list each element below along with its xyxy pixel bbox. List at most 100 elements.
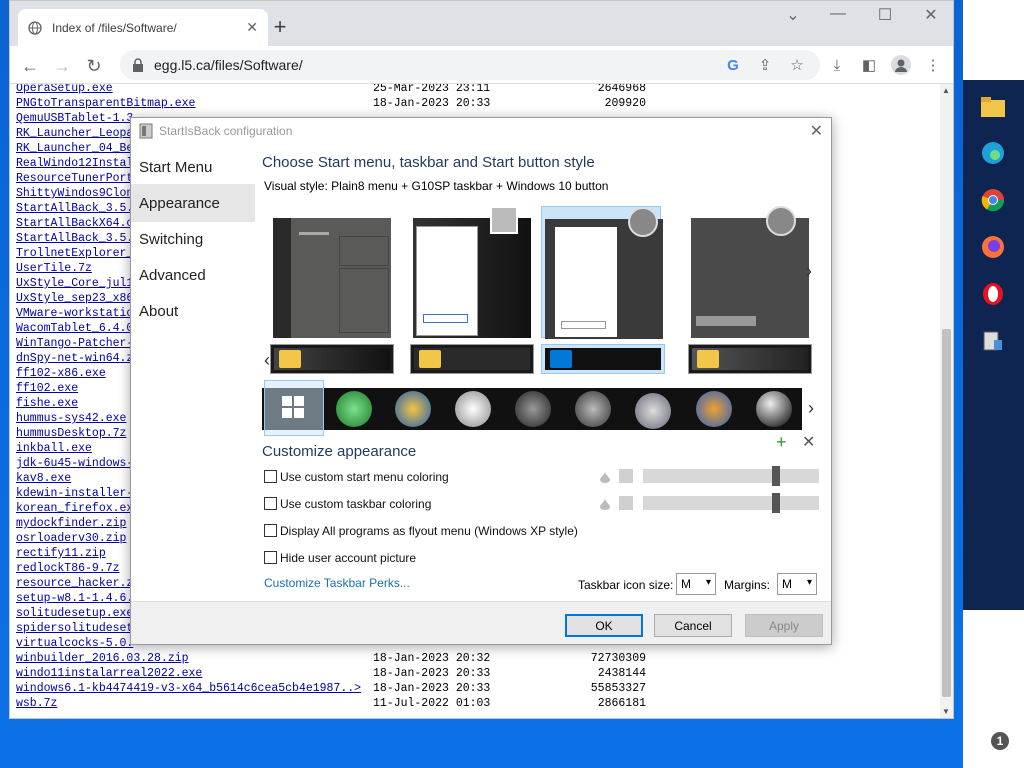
clover-button-icon[interactable] xyxy=(336,391,372,427)
share-icon[interactable]: ⇪ xyxy=(754,54,776,76)
next-styles-arrow-icon[interactable]: › xyxy=(806,261,812,282)
file-link[interactable]: kav8.exe xyxy=(16,472,71,485)
slider-thumb[interactable] xyxy=(772,493,780,513)
download-icon[interactable]: ⤓ xyxy=(826,54,848,76)
custom-start-menu-coloring-checkbox[interactable] xyxy=(264,470,277,483)
file-link[interactable]: mydockfinder.zip xyxy=(16,517,126,530)
nav-about[interactable]: About xyxy=(131,292,255,330)
forward-icon[interactable]: → xyxy=(50,54,74,78)
file-link[interactable]: ff102.exe xyxy=(16,382,78,395)
gray-orb-button-icon[interactable] xyxy=(575,391,611,427)
file-link[interactable]: RK_Launcher_Leopa xyxy=(16,127,133,140)
start-menu-color-swatch[interactable] xyxy=(619,469,633,483)
file-explorer-icon[interactable] xyxy=(979,93,1007,121)
google-icon[interactable]: G xyxy=(722,54,744,76)
file-link[interactable]: inkball.exe xyxy=(16,442,92,455)
dark-orb-button-icon[interactable] xyxy=(515,391,551,427)
new-tab-button[interactable]: + xyxy=(268,14,292,40)
file-link[interactable]: windows6.1-kb4474419-v3-x64_b5614c6cea5c… xyxy=(16,682,361,695)
apply-button[interactable]: Apply xyxy=(745,614,823,637)
nav-start-menu[interactable]: Start Menu xyxy=(131,148,255,186)
flyout-menu-checkbox[interactable] xyxy=(264,524,277,537)
file-link[interactable]: PNGtoTransparentBitmap.exe xyxy=(16,97,195,110)
add-icon[interactable]: + xyxy=(776,432,787,453)
nav-advanced[interactable]: Advanced xyxy=(131,256,255,294)
back-icon[interactable]: ← xyxy=(18,54,42,78)
file-link[interactable]: fishe.exe xyxy=(16,397,78,410)
slider-thumb[interactable] xyxy=(772,466,780,486)
notification-badge[interactable]: 1 xyxy=(991,732,1009,750)
vista-orb-button-icon[interactable] xyxy=(696,391,732,427)
address-bar[interactable]: egg.l5.ca/files/Software/ xyxy=(120,50,820,80)
edge-icon[interactable] xyxy=(979,139,1007,167)
file-link[interactable]: WinTango-Patcher- xyxy=(16,337,133,350)
file-link[interactable]: WacomTablet_6.4.0 xyxy=(16,322,133,335)
scroll-down-icon[interactable]: ▼ xyxy=(942,707,950,716)
file-link[interactable]: windo11instalarreal2022.exe xyxy=(16,667,202,680)
file-link[interactable]: ResourceTunerPort xyxy=(16,172,133,185)
hide-user-picture-checkbox[interactable] xyxy=(264,551,277,564)
file-link[interactable]: hummusDesktop.7z xyxy=(16,427,126,440)
file-link[interactable]: StartAllBack_3.5. xyxy=(16,232,133,245)
style-thumbnail-3-selected[interactable] xyxy=(541,206,663,339)
taskbar-color-swatch[interactable] xyxy=(619,496,633,510)
file-link[interactable]: StartAllBackX64.c xyxy=(16,217,133,230)
file-link[interactable]: virtualcocks-5.0. xyxy=(16,637,133,650)
file-link[interactable]: OperaSetup.exe xyxy=(16,84,113,95)
menu-icon[interactable]: ⋮ xyxy=(922,54,944,76)
bookmark-star-icon[interactable]: ☆ xyxy=(786,54,808,76)
file-link[interactable]: korean_firefox.ex xyxy=(16,502,133,515)
file-link[interactable]: solitudesetup.exe xyxy=(16,607,133,620)
custom-taskbar-coloring-checkbox[interactable] xyxy=(264,497,277,510)
scroll-up-icon[interactable]: ▲ xyxy=(942,86,950,95)
tab-search-icon[interactable]: ⌄ xyxy=(773,5,813,25)
minimize-icon[interactable]: — xyxy=(818,5,858,23)
file-link[interactable]: resource_hacker.z xyxy=(16,577,133,590)
file-link[interactable]: VMware-workstatio xyxy=(16,307,133,320)
nav-appearance[interactable]: Appearance xyxy=(131,184,255,222)
close-tab-icon[interactable]: ✕ xyxy=(246,19,258,36)
file-link[interactable]: ff102-x86.exe xyxy=(16,367,106,380)
file-link[interactable]: hummus-sys42.exe xyxy=(16,412,126,425)
close-window-icon[interactable]: ✕ xyxy=(911,5,951,25)
customize-taskbar-perks-link[interactable]: Customize Taskbar Perks... xyxy=(264,576,410,590)
windows10-button-icon[interactable] xyxy=(279,393,307,421)
cancel-button[interactable]: Cancel xyxy=(654,614,732,637)
file-link[interactable]: UxStyle_Core_jul1 xyxy=(16,277,133,290)
file-link[interactable]: dnSpy-net-win64.z xyxy=(16,352,133,365)
opera-icon[interactable] xyxy=(979,280,1007,308)
profile-icon[interactable] xyxy=(890,54,912,76)
chrome-icon[interactable] xyxy=(979,186,1007,214)
nav-switching[interactable]: Switching xyxy=(131,220,255,258)
file-link[interactable]: winbuilder_2016.03.28.zip xyxy=(16,652,189,665)
file-link[interactable]: osrloaderv30.zip xyxy=(16,532,126,545)
file-link[interactable]: StartAllBack_3.5. xyxy=(16,202,133,215)
file-link[interactable]: spidersolitudeset xyxy=(16,622,133,635)
page-scrollbar[interactable]: ▲ ▼ xyxy=(940,84,953,718)
side-panel-icon[interactable]: ◧ xyxy=(858,54,880,76)
firefox-icon[interactable] xyxy=(979,233,1007,261)
file-link[interactable]: ShittyWindos9Clon xyxy=(16,187,133,200)
remove-icon[interactable]: ✕ xyxy=(802,432,815,452)
black-orb-button-icon[interactable] xyxy=(756,391,792,427)
file-link[interactable]: redlockT86-9.7z xyxy=(16,562,120,575)
style-thumbnail-4[interactable] xyxy=(688,206,809,338)
next-orbs-arrow-icon[interactable]: › xyxy=(808,398,814,419)
style-thumbnail-1[interactable] xyxy=(270,206,391,338)
file-link[interactable]: QemuUSBTablet-1.3 xyxy=(16,112,133,125)
windows7-button-icon[interactable] xyxy=(395,391,431,427)
file-link[interactable]: kdewin-installer- xyxy=(16,487,133,500)
file-link[interactable]: jdk-6u45-windows- xyxy=(16,457,133,470)
ok-button[interactable]: OK xyxy=(565,614,643,637)
taskbar-preview-3-selected[interactable] xyxy=(541,344,665,374)
app-icon[interactable] xyxy=(979,327,1007,355)
close-icon[interactable]: ✕ xyxy=(810,121,823,141)
browser-tab[interactable]: Index of /files/Software/ ✕ xyxy=(18,9,268,46)
taskbar-preview-4[interactable] xyxy=(688,344,812,374)
taskbar-preview-2[interactable] xyxy=(410,344,534,374)
reload-icon[interactable]: ↻ xyxy=(82,54,106,78)
file-link[interactable]: UserTile.7z xyxy=(16,262,92,275)
taskbar-preview-1[interactable] xyxy=(270,344,394,374)
file-link[interactable]: rectify11.zip xyxy=(16,547,106,560)
white-orb-button-icon[interactable] xyxy=(455,391,491,427)
